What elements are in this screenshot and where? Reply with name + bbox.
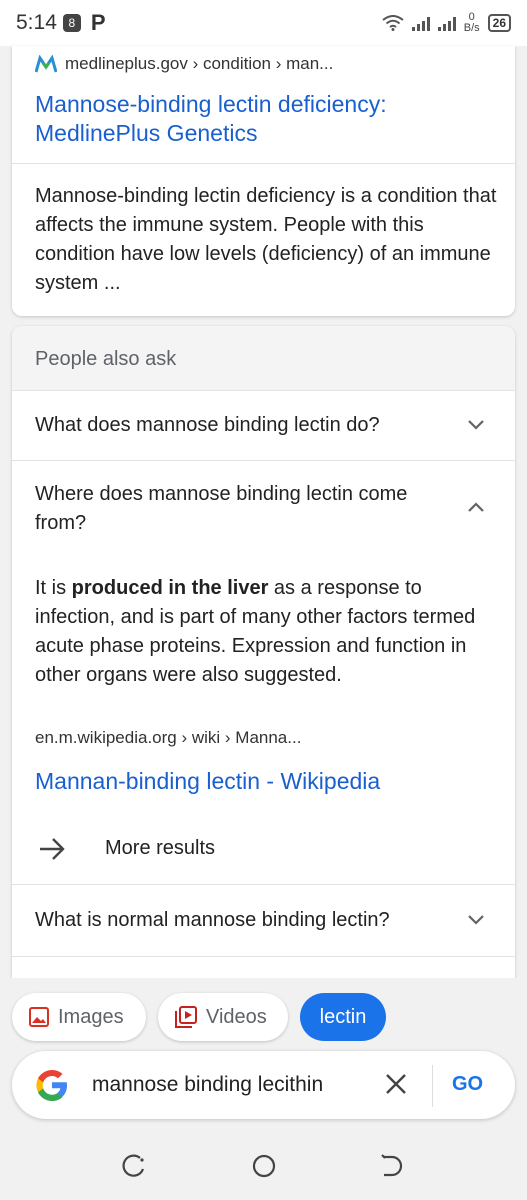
people-also-ask-card: People also ask What does mannose bindin… xyxy=(12,326,515,986)
signal-2-icon xyxy=(437,15,456,31)
result-source: medlineplus.gov › condition › man... xyxy=(65,54,334,73)
videos-chip-label: Videos xyxy=(206,1005,267,1028)
result-title-link[interactable]: Mannose-binding lectin deficiency: Medli… xyxy=(35,90,495,148)
video-icon xyxy=(175,1006,197,1028)
images-chip[interactable]: Images xyxy=(12,993,146,1041)
go-button[interactable]: GO xyxy=(452,1073,483,1096)
bottom-search-panel: Images Videos lectin mannose binding lec… xyxy=(0,978,527,1132)
images-chip-label: Images xyxy=(58,1005,124,1028)
arrow-right-icon xyxy=(40,838,65,860)
recent-apps-icon[interactable] xyxy=(120,1152,148,1180)
search-input[interactable]: mannose binding lecithin xyxy=(92,1073,323,1097)
back-icon[interactable] xyxy=(378,1152,406,1180)
result-card: medlineplus.gov › condition › man... Man… xyxy=(12,46,515,316)
paa-question-2[interactable]: Where does mannose binding lectin come f… xyxy=(12,460,515,550)
status-time: 5:14 xyxy=(16,11,57,34)
google-logo-icon xyxy=(36,1070,67,1101)
paa-question-1[interactable]: What does mannose binding lectin do? xyxy=(12,390,515,460)
paa-answer: It is produced in the liver as a respons… xyxy=(35,574,505,690)
paa-header: People also ask xyxy=(12,326,515,390)
signal-1-icon xyxy=(411,15,430,31)
result-source-row[interactable]: medlineplus.gov › condition › man... xyxy=(35,54,333,74)
question-text: What does mannose binding lectin do? xyxy=(35,414,380,436)
lectin-chip[interactable]: lectin xyxy=(300,993,386,1041)
result-snippet: Mannose-binding lectin deficiency is a c… xyxy=(35,185,497,294)
chevron-down-icon[interactable] xyxy=(467,911,485,929)
medlineplus-logo-icon xyxy=(35,55,57,73)
question-text: What is normal mannose binding lectin? xyxy=(35,909,390,931)
chevron-down-icon[interactable] xyxy=(467,416,485,434)
answer-source[interactable]: en.m.wikipedia.org › wiki › Manna... xyxy=(35,728,301,748)
speed-unit: B/s xyxy=(463,22,480,34)
answer-prefix: It is xyxy=(35,577,72,599)
paa-title: People also ask xyxy=(35,348,177,370)
home-icon[interactable] xyxy=(250,1152,278,1180)
image-icon xyxy=(29,1007,49,1027)
search-bar[interactable]: mannose binding lecithin GO xyxy=(12,1051,515,1119)
divider xyxy=(432,1065,433,1107)
wifi-icon xyxy=(382,15,404,31)
network-speed: 0 B/s xyxy=(464,12,480,34)
clear-icon[interactable] xyxy=(384,1072,408,1096)
more-results-button[interactable]: More results xyxy=(12,826,515,872)
navigation-bar xyxy=(0,1132,527,1200)
videos-chip[interactable]: Videos xyxy=(158,993,288,1041)
lectin-chip-label: lectin xyxy=(319,1005,367,1028)
status-bar: 5:14 8 P 0 B/s 26 xyxy=(0,0,527,46)
notification-badge-icon: 8 xyxy=(62,14,81,32)
question-text: Where does mannose binding lectin come f… xyxy=(35,483,408,534)
status-indicators: 0 B/s 26 xyxy=(382,12,511,34)
notification-app-icon: P xyxy=(90,10,106,35)
chevron-up-icon[interactable] xyxy=(467,498,485,516)
more-results-label: More results xyxy=(105,837,216,859)
answer-link[interactable]: Mannan-binding lectin - Wikipedia xyxy=(35,768,380,795)
battery-icon: 26 xyxy=(487,14,511,32)
divider xyxy=(12,956,515,957)
answer-bold: produced in the liver xyxy=(71,577,269,599)
paa-question-3[interactable]: What is normal mannose binding lectin? xyxy=(12,884,515,956)
divider xyxy=(12,163,515,164)
